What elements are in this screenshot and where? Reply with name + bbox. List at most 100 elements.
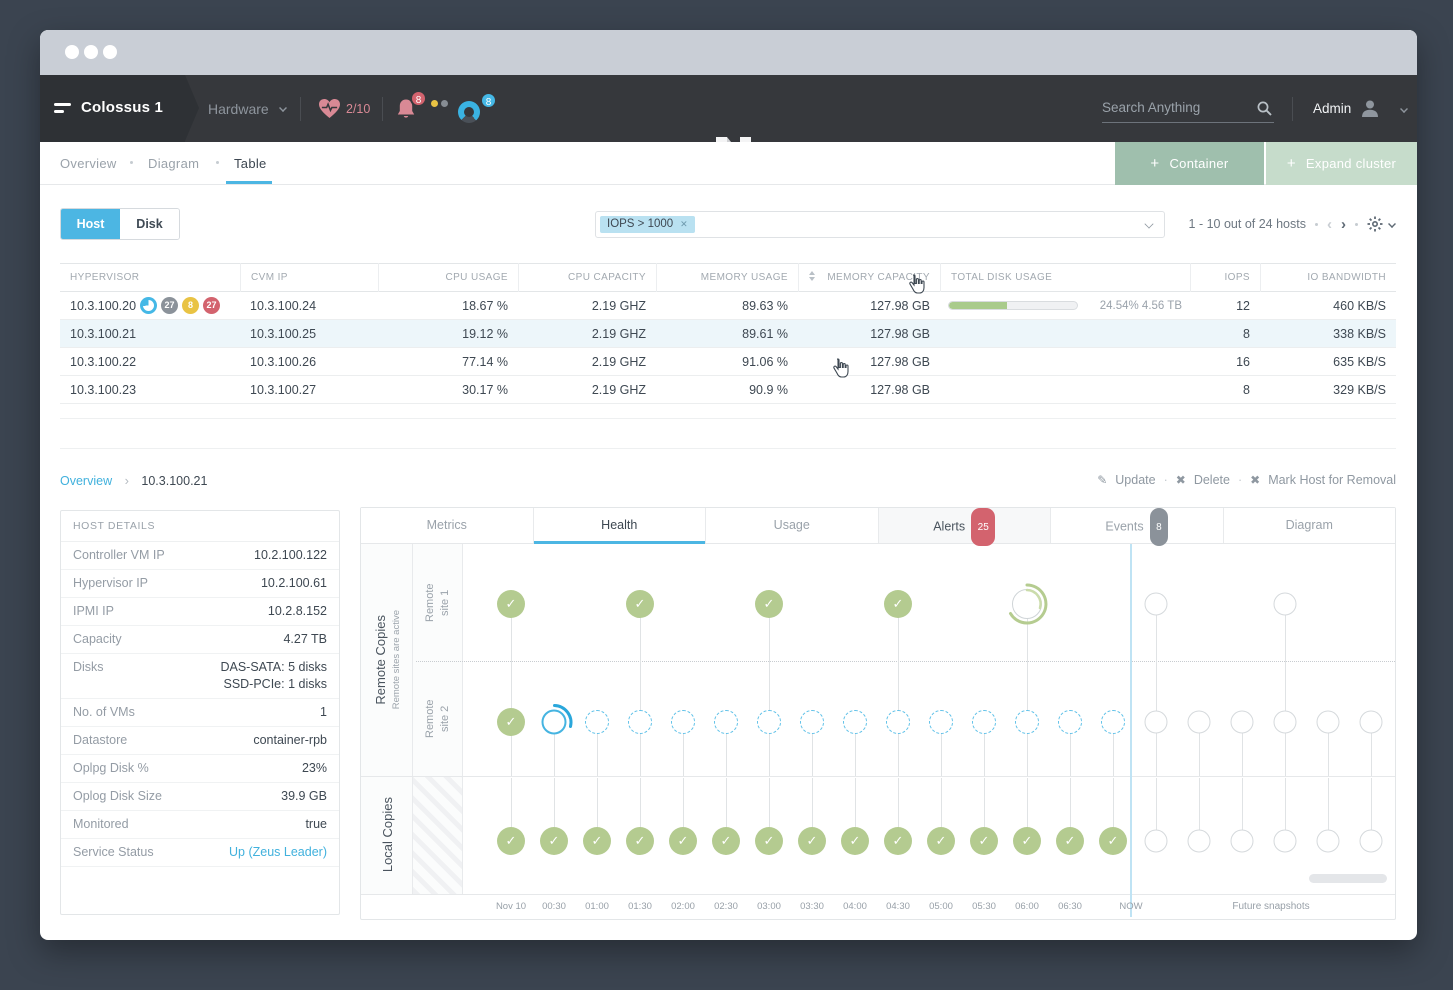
health-heart-icon[interactable] <box>318 98 341 119</box>
snapshot-done[interactable]: ✓ <box>755 590 783 618</box>
snapshot-done[interactable]: ✓ <box>626 827 654 855</box>
snapshot-done[interactable]: ✓ <box>927 827 955 855</box>
snapshot-progress_blue[interactable] <box>542 710 567 735</box>
snapshot-done[interactable]: ✓ <box>712 827 740 855</box>
window-control-dot[interactable] <box>103 45 117 59</box>
mark-host-removal-button[interactable]: Mark Host for Removal <box>1268 473 1396 487</box>
snapshot-pending[interactable] <box>757 710 781 734</box>
col-total-disk-usage[interactable]: TOTAL DISK USAGE <box>940 263 1190 292</box>
snapshot-done[interactable]: ✓ <box>884 827 912 855</box>
snapshot-done[interactable]: ✓ <box>669 827 697 855</box>
cluster-name[interactable]: Colossus 1 <box>81 99 163 116</box>
snapshot-done[interactable]: ✓ <box>755 827 783 855</box>
tab-diagram[interactable]: Diagram <box>148 156 199 171</box>
snapshot-pending[interactable] <box>800 710 824 734</box>
snapshot-done[interactable]: ✓ <box>884 590 912 618</box>
count-badge[interactable]: 27 <box>203 297 220 314</box>
snapshot-done[interactable]: ✓ <box>497 827 525 855</box>
col-iops[interactable]: IOPS <box>1190 263 1260 292</box>
snapshot-pending[interactable] <box>671 710 695 734</box>
task-count-badge[interactable]: 8 <box>480 92 497 109</box>
global-search[interactable]: Search Anything <box>1102 95 1274 123</box>
snapshot-done[interactable]: ✓ <box>841 827 869 855</box>
table-row[interactable]: 10.3.100.2210.3.100.2677.14 %2.19 GHZ91.… <box>60 348 1396 376</box>
snapshot-pending[interactable] <box>886 710 910 734</box>
filter-tag[interactable]: IOPS > 1000✕ <box>600 216 695 233</box>
next-page-button[interactable]: › <box>1341 217 1346 232</box>
col-cpu-capacity[interactable]: CPU CAPACITY <box>518 263 656 292</box>
snapshot-done[interactable]: ✓ <box>540 827 568 855</box>
count-badge[interactable]: 27 <box>161 297 178 314</box>
snapshot-pending[interactable] <box>1058 710 1082 734</box>
toggle-disk-button[interactable]: Disk <box>120 209 179 240</box>
detail-tab-metrics[interactable]: Metrics <box>361 508 534 543</box>
detail-tab-events[interactable]: Events8 <box>1051 508 1224 543</box>
snapshot-done[interactable]: ✓ <box>1013 827 1041 855</box>
tab-overview[interactable]: Overview <box>60 156 117 171</box>
snapshot-future[interactable] <box>1188 711 1211 734</box>
snapshot-pending[interactable] <box>929 710 953 734</box>
search-icon[interactable] <box>1257 101 1272 116</box>
count-badge[interactable]: 8 <box>182 297 199 314</box>
delete-host-button[interactable]: Delete <box>1194 473 1230 487</box>
snapshot-done[interactable]: ✓ <box>497 590 525 618</box>
col-io-bandwidth[interactable]: IO BANDWIDTH <box>1260 263 1396 292</box>
window-control-dot[interactable] <box>84 45 98 59</box>
detail-tab-alerts[interactable]: Alerts25 <box>879 508 1052 543</box>
detail-tab-health[interactable]: Health <box>534 508 707 543</box>
table-row[interactable]: 10.3.100.2310.3.100.2730.17 %2.19 GHZ90.… <box>60 376 1396 404</box>
snapshot-future[interactable] <box>1188 830 1211 853</box>
snapshot-progress_green[interactable] <box>1012 589 1042 619</box>
snapshot-future[interactable] <box>1145 830 1168 853</box>
usage-pie-badge[interactable] <box>140 297 157 314</box>
snapshot-future[interactable] <box>1274 593 1297 616</box>
timeline-scrollbar[interactable] <box>1309 874 1387 883</box>
user-avatar-icon[interactable] <box>1360 98 1380 118</box>
snapshot-pending[interactable] <box>1015 710 1039 734</box>
update-host-button[interactable]: Update <box>1115 473 1155 487</box>
tasks-donut-icon[interactable] <box>458 101 480 123</box>
window-control-dot[interactable] <box>65 45 79 59</box>
snapshot-future[interactable] <box>1317 830 1340 853</box>
sort-icon[interactable] <box>809 271 815 281</box>
snapshot-done[interactable]: ✓ <box>626 590 654 618</box>
filter-chevron-down-icon[interactable] <box>1144 219 1153 228</box>
snapshot-future[interactable] <box>1231 711 1254 734</box>
settings-chevron-down-icon[interactable] <box>1388 220 1396 228</box>
col-hypervisor[interactable]: HYPERVISOR <box>60 263 240 292</box>
prev-page-button[interactable]: ‹ <box>1327 217 1332 232</box>
snapshot-future[interactable] <box>1145 711 1168 734</box>
snapshot-pending[interactable] <box>628 710 652 734</box>
snapshot-pending[interactable] <box>714 710 738 734</box>
add-container-button[interactable]: +Container <box>1115 142 1264 185</box>
breadcrumb-overview-link[interactable]: Overview <box>60 474 112 488</box>
snapshot-future[interactable] <box>1317 711 1340 734</box>
snapshot-future[interactable] <box>1360 830 1383 853</box>
snapshot-done[interactable]: ✓ <box>583 827 611 855</box>
user-chevron-down-icon[interactable] <box>1400 105 1408 113</box>
snapshot-future[interactable] <box>1231 830 1254 853</box>
nav-hardware-menu[interactable]: Hardware <box>208 101 287 117</box>
alert-count-badge[interactable]: 8 <box>410 90 427 107</box>
snapshot-pending[interactable] <box>843 710 867 734</box>
tab-table[interactable]: Table <box>234 156 267 171</box>
snapshot-future[interactable] <box>1274 830 1297 853</box>
menu-icon[interactable] <box>54 102 71 114</box>
snapshot-pending[interactable] <box>972 710 996 734</box>
detail-tab-usage[interactable]: Usage <box>706 508 879 543</box>
snapshot-future[interactable] <box>1145 593 1168 616</box>
gear-icon[interactable] <box>1367 216 1383 232</box>
remove-filter-icon[interactable]: ✕ <box>680 219 688 229</box>
toggle-host-button[interactable]: Host <box>61 209 120 240</box>
col-memory-capacity[interactable]: MEMORY CAPACITY <box>798 263 940 292</box>
filter-input[interactable]: IOPS > 1000✕ <box>595 211 1165 238</box>
user-menu[interactable]: Admin <box>1313 101 1351 116</box>
snapshot-done[interactable]: ✓ <box>1056 827 1084 855</box>
table-row[interactable]: 10.3.100.202782710.3.100.2418.67 %2.19 G… <box>60 292 1396 320</box>
snapshot-done[interactable]: ✓ <box>1099 827 1127 855</box>
detail-value-link[interactable]: Up (Zeus Leader) <box>229 844 327 861</box>
col-cvm-ip[interactable]: CVM IP <box>240 263 378 292</box>
snapshot-future[interactable] <box>1360 711 1383 734</box>
snapshot-done[interactable]: ✓ <box>497 708 525 736</box>
snapshot-future[interactable] <box>1274 711 1297 734</box>
